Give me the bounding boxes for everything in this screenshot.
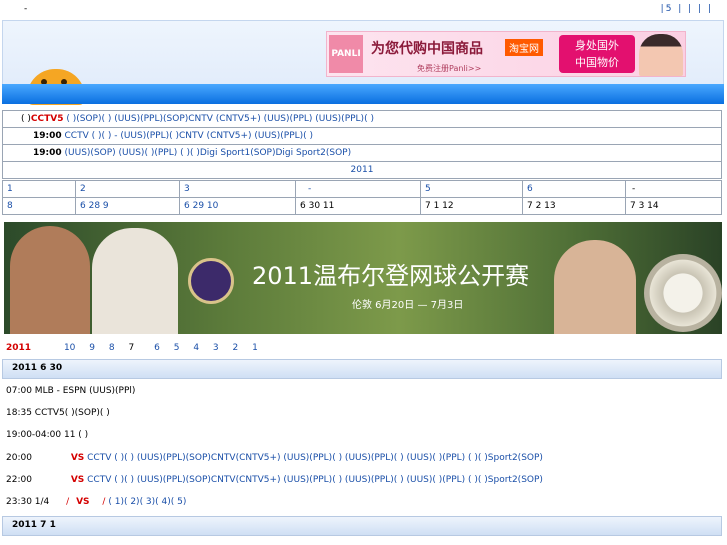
day-cell[interactable]: 7 3 14: [625, 197, 722, 215]
event-row: 20:00 VS CCTV ( )( ) (UUS)(PPL)(SOP)CNTV…: [6, 453, 543, 463]
table-row: ( )CCTV5 ( )(SOP)( ) (UUS)(PPL)(SOP)CNTV…: [2, 110, 722, 128]
event-links[interactable]: ( 1)( 2)( 3)( 4)( 5): [108, 497, 186, 507]
channel-cctv5: CCTV5: [30, 114, 64, 124]
nav-day-link[interactable]: 4: [193, 343, 199, 353]
vs-label: VS: [76, 497, 90, 507]
event-links[interactable]: CCTV ( )( ) (UUS)(PPL)(SOP)CNTV(CNTV5+) …: [87, 475, 543, 485]
ad-box-line1: 身处国外: [575, 39, 619, 52]
schedule-cell: 19:00 (UUS)(SOP) (UUS)( )(PPL) ( )( )Dig…: [2, 144, 722, 162]
schedule-links[interactable]: ( )(SOP)( ) (UUS)(PPL)(SOP)CNTV (CNTV5+)…: [63, 114, 374, 124]
event-row: 18:35 CCTV5( )(SOP)( ): [6, 408, 110, 418]
table-row: 1 2 3 - 5 6 -: [2, 180, 722, 198]
schedule-links[interactable]: CCTV ( )( ) - (UUS)(PPL)( )CNTV (CNTV5+)…: [62, 131, 314, 141]
slash: /: [102, 497, 106, 507]
slash: /: [66, 497, 70, 507]
year-cell[interactable]: 2011: [2, 161, 722, 179]
event-row: 22:00 VS CCTV ( )( ) (UUS)(PPL)(SOP)CNTV…: [6, 475, 543, 485]
event-links[interactable]: CCTV ( )( ) (UUS)(PPL)(SOP)CNTV(CNTV5+) …: [87, 453, 543, 463]
day-cell[interactable]: 2: [75, 180, 180, 198]
nav-day-link[interactable]: 8: [109, 343, 115, 353]
nav-day-link[interactable]: 1: [252, 343, 258, 353]
nav-day-current: 7: [128, 343, 135, 353]
event-row: 23:30 1/4 / VS / ( 1)( 2)( 3)( 4)( 5): [6, 497, 186, 507]
nav-day-link[interactable]: 9: [89, 343, 95, 353]
schedule-cell: ( )CCTV5 ( )(SOP)( ) (UUS)(PPL)(SOP)CNTV…: [2, 110, 722, 128]
day-cell[interactable]: -: [625, 180, 722, 198]
day-header: 2011 6 30: [2, 359, 722, 379]
schedule-table: ( )CCTV5 ( )(SOP)( ) (UUS)(PPL)(SOP)CNTV…: [2, 110, 722, 179]
day-cell[interactable]: 6 28 9: [75, 197, 180, 215]
event-time: 23:30 1/4: [6, 497, 50, 507]
taobao-badge: 淘宝网: [505, 39, 543, 56]
day-cell[interactable]: 7 1 12: [420, 197, 523, 215]
event-time: 20:00: [6, 453, 32, 463]
trophy-plate-image: [644, 254, 722, 332]
day-table: 1 2 3 - 5 6 - 8 6 28 9 6 29 10 6 30 11 7…: [2, 180, 722, 215]
banner-subtitle: 伦敦 6月20日 — 7月3日: [352, 300, 464, 311]
nav-day-link[interactable]: 10: [64, 343, 75, 353]
day-header: 2011 7 1: [2, 516, 722, 536]
nav-bar: [2, 84, 724, 104]
day-cell[interactable]: 8: [2, 197, 76, 215]
schedule-links[interactable]: (UUS)(SOP) (UUS)( )(PPL) ( )( )Digi Spor…: [62, 148, 352, 158]
ad-register-link[interactable]: 免费注册Panli>>: [417, 63, 481, 74]
top-dash: -: [24, 4, 28, 14]
day-cell[interactable]: 5: [420, 180, 523, 198]
table-row: 8 6 28 9 6 29 10 6 30 11 7 1 12 7 2 13 7…: [2, 197, 722, 215]
schedule-time: 19:00: [33, 148, 62, 158]
day-cell[interactable]: 3: [179, 180, 296, 198]
vs-label: VS: [70, 475, 85, 485]
banner-title: 2011温布尔登网球公开赛: [252, 262, 530, 290]
panli-ad-banner[interactable]: PANLI 为您代购中国商品 淘宝网 免费注册Panli>> 身处国外 中国物价: [326, 31, 686, 77]
ad-headline: 为您代购中国商品: [371, 41, 483, 57]
ad-box-line2: 中国物价: [575, 56, 619, 69]
day-cell[interactable]: -: [295, 180, 421, 198]
vs-label: VS: [70, 453, 85, 463]
table-row: 19:00 CCTV ( )( ) - (UUS)(PPL)( )CNTV (C…: [2, 127, 722, 145]
top-bar: - |5 | | | |: [0, 0, 727, 20]
schedule-cell: 19:00 CCTV ( )( ) - (UUS)(PPL)( )CNTV (C…: [2, 127, 722, 145]
event-row: 19:00-04:00 11 ( ): [6, 430, 89, 440]
nav-year: 2011: [6, 343, 32, 353]
nav-day-link[interactable]: 5: [174, 343, 180, 353]
ad-model-image: [639, 34, 683, 76]
day-cell[interactable]: 7 2 13: [522, 197, 626, 215]
ad-box: 身处国外 中国物价: [559, 35, 635, 73]
table-row: 19:00 (UUS)(SOP) (UUS)( )(PPL) ( )( )Dig…: [2, 144, 722, 162]
nav-day-link[interactable]: 2: [233, 343, 239, 353]
wimbledon-logo-icon: [188, 258, 234, 304]
day-cell[interactable]: 6 29 10: [179, 197, 296, 215]
panli-logo: PANLI: [329, 35, 363, 73]
nav-day-link[interactable]: 3: [213, 343, 219, 353]
event-row: 07:00 MLB - ESPN (UUS)(PPl): [6, 386, 136, 396]
player-image: [554, 240, 636, 334]
top-links[interactable]: |5 | | | |: [661, 4, 713, 14]
player-image: [10, 226, 90, 334]
player-image: [92, 228, 178, 334]
day-cell[interactable]: 6 30 11: [295, 197, 421, 215]
day-cell[interactable]: 1: [2, 180, 76, 198]
schedule-time: 19:00: [33, 131, 62, 141]
day-nav: 2011 10 9 8 7 6 5 4 3 2 1: [6, 343, 269, 353]
wimbledon-banner: 2011温布尔登网球公开赛 伦敦 6月20日 — 7月3日: [4, 222, 722, 334]
nav-day-link[interactable]: 6: [154, 343, 160, 353]
table-row: 2011: [2, 161, 722, 179]
event-time: 22:00: [6, 475, 32, 485]
schedule-pre: ( ): [21, 114, 31, 124]
day-cell[interactable]: 6: [522, 180, 626, 198]
